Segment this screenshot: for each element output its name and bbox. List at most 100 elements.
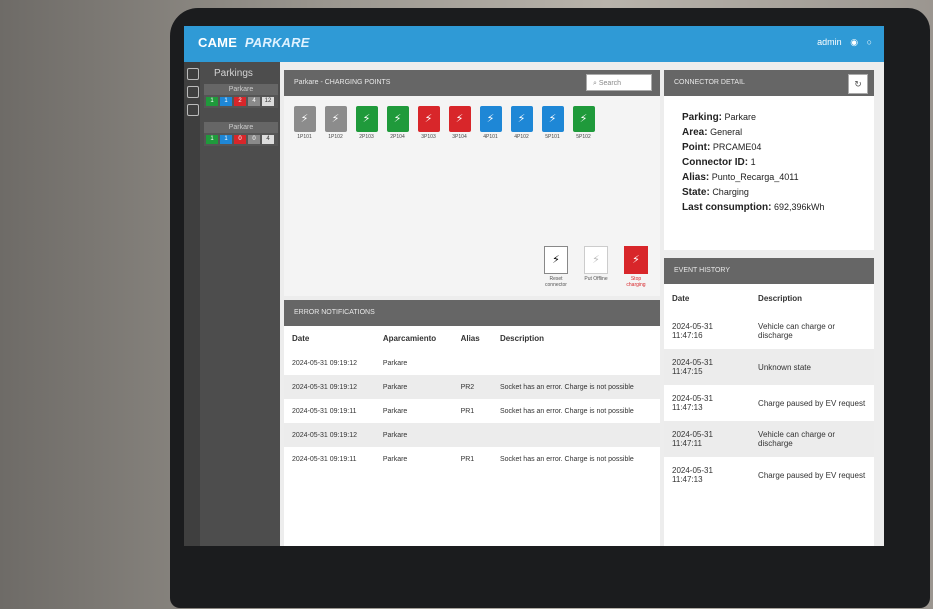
table-cell: 2024-05-31 09:19:11 xyxy=(292,407,357,415)
table-cell: Charge paused by EV request xyxy=(758,398,866,408)
charging-point-tile[interactable]: ⚡ 4P102 xyxy=(509,106,534,140)
column-header[interactable]: Description xyxy=(750,284,874,313)
app-window: CAME PARKARE admin ◉ ○ Parkings Parkare … xyxy=(184,26,884,546)
table-cell: 2024-05-31 11:47:13 xyxy=(672,466,713,484)
table-cell: 2024-05-31 09:19:12 xyxy=(284,423,375,447)
charging-point-grid: ⚡ 1P101 ⚡ 1P102 ⚡ 2P103 ⚡ 2P104 ⚡ 3P103 ⚡ 3P104 ⚡ 4P1… xyxy=(284,96,660,150)
count-available: 1 xyxy=(206,135,218,144)
count-available: 1 xyxy=(206,97,218,106)
reset-connector-button[interactable]: ⚡ Reset connector xyxy=(542,246,570,288)
connector-detail-body: Parking: Parkare Area: General Point: PR… xyxy=(664,96,874,229)
panel-title: ERROR NOTIFICATIONS xyxy=(294,309,375,316)
connector-detail-header: CONNECTOR DETAIL ↻ xyxy=(664,70,874,96)
charging-point-tile[interactable]: ⚡ 5P101 xyxy=(540,106,565,140)
charging-point-tile[interactable]: ⚡ 4P101 xyxy=(478,106,503,140)
plug-icon: ⚡ xyxy=(479,106,502,132)
user-menu[interactable]: admin ◉ ○ xyxy=(811,37,872,48)
put-offline-button[interactable]: ⚡ Put Offline xyxy=(582,246,610,288)
parking-icon[interactable] xyxy=(187,68,199,80)
column-header[interactable]: Date xyxy=(664,284,750,313)
event-row[interactable]: 2024-05-31 11:47:13 Charge paused by EV r… xyxy=(664,385,874,421)
plug-icon: ⚡ xyxy=(510,106,533,132)
legend-label: Reset connector xyxy=(545,276,567,288)
sidebar-icon-rail xyxy=(184,62,200,546)
panel-title: EVENT HISTORY xyxy=(674,267,731,274)
charging-point-id: 4P101 xyxy=(483,134,498,140)
charging-point-id: 1P101 xyxy=(297,134,312,140)
charging-point-tile[interactable]: ⚡ 2P103 xyxy=(354,106,379,140)
error-row[interactable]: 2024-05-31 09:19:11 Parkare PR1 Socket has … xyxy=(284,447,660,471)
field-label: Alias: xyxy=(682,172,710,183)
brand-parkare: PARKARE xyxy=(244,35,310,50)
count-total: 12 xyxy=(262,97,274,106)
point-value: PRCAME04 xyxy=(712,142,762,152)
error-row[interactable]: 2024-05-31 09:19:12 Parkare xyxy=(284,351,660,375)
plug-icon: ⚡ xyxy=(355,106,378,132)
table-cell: Parkare xyxy=(374,423,453,447)
column-header[interactable]: Description xyxy=(492,326,660,351)
event-row[interactable]: 2024-05-31 11:47:16 Vehicle can charge or… xyxy=(664,313,874,349)
column-header[interactable]: Alias xyxy=(453,326,492,351)
plug-icon: ⚡ xyxy=(572,106,595,132)
count-total: 4 xyxy=(262,135,274,144)
charging-point-tile[interactable]: ⚡ 1P102 xyxy=(323,106,348,140)
laptop-screen: CAME PARKARE admin ◉ ○ Parkings Parkare … xyxy=(184,26,904,586)
panel-title: CONNECTOR DETAIL xyxy=(674,79,745,86)
parking-block[interactable]: Parkare 1 1 0 0 4 xyxy=(204,122,278,146)
event-row[interactable]: 2024-05-31 11:47:15 Unknown state xyxy=(664,349,874,385)
table-cell xyxy=(492,351,660,375)
plug-icon: ⚡ xyxy=(448,106,471,132)
error-row[interactable]: 2024-05-31 09:19:11 Parkare PR1 Socket has … xyxy=(284,399,660,423)
event-row[interactable]: 2024-05-31 11:47:13 Charge paused by EV r… xyxy=(664,457,874,493)
charger-icon[interactable] xyxy=(187,86,199,98)
table-cell: 2024-05-31 09:19:11 xyxy=(292,455,357,463)
error-row[interactable]: 2024-05-31 09:19:12 Parkare xyxy=(284,423,660,447)
error-row[interactable]: 2024-05-31 09:19:12 Parkare PR2 Socket has … xyxy=(284,375,660,399)
status-counts: 1 1 0 0 4 xyxy=(204,133,278,146)
table-cell xyxy=(491,423,660,447)
field-label: Point: xyxy=(682,142,711,153)
alias-value: Punto_Recarga_4011 xyxy=(711,172,799,182)
power-icon[interactable]: ○ xyxy=(867,37,872,47)
column-header[interactable]: Aparcamiento xyxy=(375,326,453,351)
charging-point-tile[interactable]: ⚡ 3P103 xyxy=(416,106,441,140)
charging-point-tile[interactable]: ⚡ 2P104 xyxy=(385,106,410,140)
table-cell: Vehicle can charge or discharge xyxy=(758,322,835,340)
settings-icon[interactable] xyxy=(187,104,199,116)
count-error: 0 xyxy=(234,135,246,144)
legend-label: Put Offline xyxy=(584,276,608,282)
charging-point-id: 2P104 xyxy=(390,134,405,140)
plug-icon: ⚡ xyxy=(544,246,568,274)
event-history-header: EVENT HISTORY xyxy=(664,258,874,284)
table-cell: 2024-05-31 11:47:15 xyxy=(664,349,751,385)
event-table: Date Description 2024-05-31 11:47:16 Vehic… xyxy=(664,284,874,493)
table-cell: PR2 xyxy=(452,375,492,399)
parking-block[interactable]: Parkare 1 1 2 4 12 xyxy=(204,84,278,108)
table-cell: 2024-05-31 11:47:13 xyxy=(672,394,713,412)
consumption-value: 692,396kWh xyxy=(773,202,825,212)
event-row[interactable]: 2024-05-31 11:47:11 Vehicle can charge or… xyxy=(664,421,874,457)
parking-name: Parkare xyxy=(228,86,254,93)
table-cell xyxy=(453,351,492,375)
search-input[interactable]: ⌕ Search xyxy=(586,74,652,91)
charging-point-tile[interactable]: ⚡ 1P101 xyxy=(292,106,317,140)
table-cell: Charge paused by EV request xyxy=(758,470,866,480)
field-label: State: xyxy=(682,187,710,198)
table-cell: PR1 xyxy=(460,407,475,415)
sidebar-title: Parkings xyxy=(214,68,253,79)
charging-point-id: 5P101 xyxy=(545,134,560,140)
charging-point-tile[interactable]: ⚡ 5P102 xyxy=(571,106,596,140)
parking-value: Parkare xyxy=(724,112,757,122)
table-cell: Parkare xyxy=(382,407,408,415)
stop-charging-button[interactable]: ⚡ Stop charging xyxy=(622,246,650,288)
column-header[interactable]: Date xyxy=(284,326,375,351)
plug-icon: ⚡ xyxy=(584,246,608,274)
refresh-icon[interactable]: ↻ xyxy=(848,74,868,94)
table-cell xyxy=(452,423,492,447)
state-value: Charging xyxy=(712,187,749,197)
table-cell: 2024-05-31 11:47:16 xyxy=(672,322,713,340)
table-cell: Vehicle can charge or discharge xyxy=(750,421,874,457)
globe-icon[interactable]: ◉ xyxy=(850,37,858,47)
username[interactable]: admin xyxy=(817,37,842,47)
charging-point-tile[interactable]: ⚡ 3P104 xyxy=(447,106,472,140)
